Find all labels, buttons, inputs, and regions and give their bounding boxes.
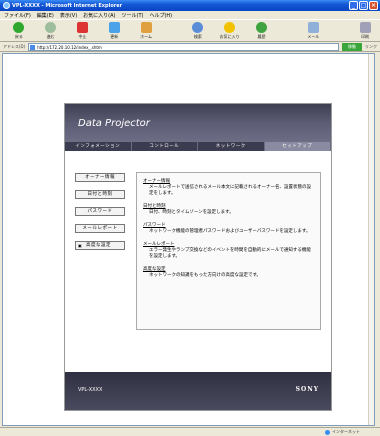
back-arrow-icon <box>13 21 25 33</box>
tab-setup[interactable]: セットアップ <box>264 142 331 151</box>
menu-bar: ファイル(F) 編集(E) 表示(V) お気に入り(A) ツール(T) ヘルプ(… <box>0 11 380 19</box>
tab-information[interactable]: インフォメーション <box>65 142 132 151</box>
maximize-button[interactable]: □ <box>359 1 368 10</box>
menu-view[interactable]: 表示(V) <box>60 12 77 19</box>
refresh-button[interactable]: 更新 <box>99 21 129 41</box>
status-bar: インターネット <box>0 427 380 436</box>
favorites-star-icon <box>224 21 236 33</box>
menu-tools[interactable]: ツール(T) <box>122 12 144 19</box>
section-owner-info: オーナー情報 メールレポートで送信されるメール本文に記載されるオーナー名、設置状… <box>143 178 314 197</box>
ie-icon <box>3 2 10 9</box>
section-title[interactable]: メールレポート <box>143 241 314 247</box>
home-label: ホーム <box>140 33 153 39</box>
nav-date-time[interactable]: 日付と時刻 <box>75 190 125 199</box>
mail-label: メール <box>307 33 320 39</box>
minimize-button[interactable]: _ <box>349 1 358 10</box>
sony-logo: SONY <box>295 386 319 393</box>
window-title: VPL-XXXX - Microsoft Internet Explorer <box>12 2 123 9</box>
mail-button[interactable]: メール <box>298 21 328 41</box>
print-icon <box>359 21 371 33</box>
mail-icon <box>307 21 319 33</box>
window-controls: _ □ × <box>349 1 378 10</box>
back-label: 戻る <box>14 33 23 39</box>
section-title[interactable]: 高度な設定 <box>143 266 314 272</box>
section-date-time: 日付と時刻 日付、時刻とタイムゾーンを設定します。 <box>143 203 314 216</box>
page-viewport: Data Projector インフォメーション コントロール ネットワーク セ… <box>2 53 375 426</box>
nav-mail-report[interactable]: メールレポート <box>75 224 125 233</box>
nav-password[interactable]: パスワード <box>75 207 125 216</box>
links-label[interactable]: リンク <box>365 44 377 50</box>
section-advanced: 高度な設定 ネットワークの知識をもった方向けの高度な設定です。 <box>143 266 314 279</box>
footer-model: VPL-XXXX <box>78 387 103 393</box>
forward-label: 進む <box>46 33 55 39</box>
search-label: 検索 <box>193 33 202 39</box>
browser-toolbar: 戻る 進む 中止 更新 ホーム 検索 お気に入り 履歴 メール 印刷 <box>0 19 380 42</box>
setup-sidenav: オーナー情報 日付と時刻 パスワード メールレポート 高度な設定 <box>75 173 125 258</box>
search-button[interactable]: 検索 <box>183 21 213 41</box>
forward-arrow-icon <box>45 21 57 33</box>
zone-indicator: インターネット <box>325 429 360 435</box>
page-footer: VPL-XXXX SONY <box>65 372 331 410</box>
menu-help[interactable]: ヘルプ(H) <box>149 12 172 19</box>
refresh-label: 更新 <box>110 33 119 39</box>
menu-file[interactable]: ファイル(F) <box>4 12 31 19</box>
home-button[interactable]: ホーム <box>131 21 161 41</box>
section-title[interactable]: パスワード <box>143 222 314 228</box>
zone-label: インターネット <box>332 429 360 434</box>
section-desc: メールレポートで送信されるメール本文に記載されるオーナー名、設置状態の設定をしま… <box>149 185 311 196</box>
search-icon <box>192 21 204 33</box>
projector-page: Data Projector インフォメーション コントロール ネットワーク セ… <box>64 103 332 411</box>
globe-icon <box>325 429 330 435</box>
tab-control[interactable]: コントロール <box>132 142 198 151</box>
history-button[interactable]: 履歴 <box>247 21 277 41</box>
page-title: Data Projector <box>78 118 150 129</box>
stop-icon <box>76 21 88 33</box>
nav-owner-info[interactable]: オーナー情報 <box>75 173 125 182</box>
tab-network[interactable]: ネットワーク <box>198 142 265 151</box>
go-button[interactable]: 移動 <box>342 42 362 51</box>
history-icon <box>255 21 267 33</box>
menu-edit[interactable]: 編集(E) <box>37 12 54 19</box>
favorites-label: お気に入り <box>219 33 240 39</box>
section-mail-report: メールレポート エラー発生やランプ交換などのイベントを時間を自動的にメールで通知… <box>143 241 314 260</box>
close-button[interactable]: × <box>369 1 378 10</box>
back-button[interactable]: 戻る <box>4 21 34 41</box>
stop-button[interactable]: 中止 <box>68 21 98 41</box>
address-input[interactable]: http://172.20.10.12/index_.shtm <box>28 42 339 51</box>
section-title[interactable]: オーナー情報 <box>143 178 314 184</box>
nav-advanced[interactable]: 高度な設定 <box>75 241 125 250</box>
main-tabs: インフォメーション コントロール ネットワーク セットアップ <box>65 142 331 151</box>
address-bar: アドレス(D) http://172.20.10.12/index_.shtm … <box>0 42 380 52</box>
home-icon <box>140 21 152 33</box>
forward-button[interactable]: 進む <box>36 21 66 41</box>
setup-description-panel: オーナー情報 メールレポートで送信されるメール本文に記載されるオーナー名、設置状… <box>136 172 321 330</box>
window-titlebar: VPL-XXXX - Microsoft Internet Explorer _… <box>0 0 380 11</box>
menu-favorites[interactable]: お気に入り(A) <box>83 12 115 19</box>
history-label: 履歴 <box>257 33 266 39</box>
section-desc: ネットワークの知識をもった方向けの高度な設定です。 <box>149 273 262 278</box>
section-desc: ネットワーク機能の管理者パスワードおよびユーザーパスワードを設定します。 <box>149 229 311 234</box>
print-label: 印刷 <box>361 33 370 39</box>
page-header: Data Projector <box>65 104 331 142</box>
stop-label: 中止 <box>78 33 87 39</box>
section-password: パスワード ネットワーク機能の管理者パスワードおよびユーザーパスワードを設定しま… <box>143 222 314 235</box>
favorites-button[interactable]: お気に入り <box>215 21 245 41</box>
refresh-icon <box>108 21 120 33</box>
print-button[interactable]: 印刷 <box>350 21 380 41</box>
section-title[interactable]: 日付と時刻 <box>143 203 314 209</box>
section-desc: 日付、時刻とタイムゾーンを設定します。 <box>149 210 234 215</box>
section-desc: エラー発生やランプ交換などのイベントを時間を自動的にメールで通知する機能を設定し… <box>149 248 311 259</box>
vertical-scrollbar[interactable] <box>368 54 374 425</box>
address-label: アドレス(D) <box>3 43 26 49</box>
